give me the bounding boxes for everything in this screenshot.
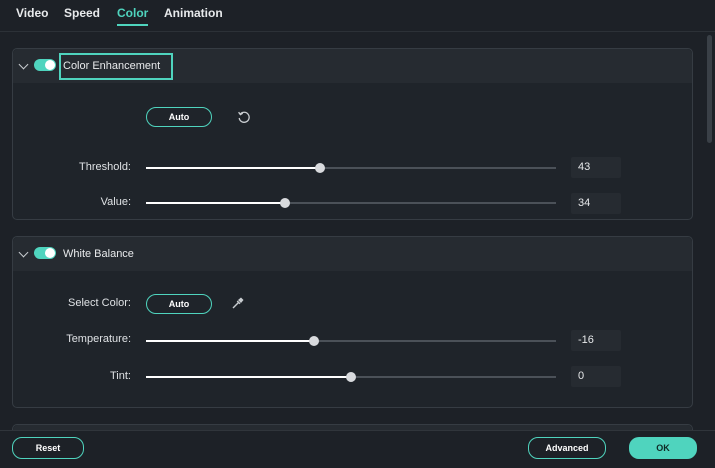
- white-balance-toggle[interactable]: [34, 247, 56, 259]
- value-slider-fill: [146, 202, 286, 204]
- chevron-down-icon[interactable]: [18, 247, 29, 258]
- reset-button[interactable]: Reset: [12, 437, 84, 459]
- white-balance-title: White Balance: [63, 248, 134, 260]
- tab-animation[interactable]: Animation: [164, 6, 223, 24]
- rotate-ccw-icon[interactable]: [237, 110, 251, 129]
- threshold-slider[interactable]: [146, 163, 556, 173]
- temperature-slider-fill: [146, 340, 315, 342]
- tint-slider-handle[interactable]: [346, 372, 356, 382]
- threshold-slider-handle[interactable]: [315, 163, 326, 173]
- value-slider-handle[interactable]: [280, 198, 291, 208]
- eyedropper-icon[interactable]: [231, 296, 245, 315]
- tint-value-field[interactable]: 0: [571, 366, 621, 387]
- tab-video[interactable]: Video: [16, 6, 48, 24]
- white-balance-header[interactable]: White Balance: [13, 237, 692, 271]
- properties-scroll-area[interactable]: Color Enhancement Auto Threshold: 43 Val…: [0, 33, 715, 430]
- temperature-value-field[interactable]: -16: [571, 330, 621, 351]
- color-enhancement-panel: Color Enhancement Auto Threshold: 43 Val…: [12, 48, 693, 220]
- color-enhancement-title: Color Enhancement: [63, 60, 161, 72]
- tint-label: Tint:: [110, 370, 131, 382]
- chevron-down-icon[interactable]: [18, 59, 29, 70]
- white-balance-auto-button[interactable]: Auto: [146, 294, 212, 314]
- tint-slider[interactable]: [146, 372, 556, 382]
- threshold-value-field[interactable]: 43: [571, 157, 621, 178]
- tint-slider-fill: [146, 376, 351, 378]
- tab-speed[interactable]: Speed: [64, 6, 100, 24]
- value-label: Value:: [100, 196, 131, 208]
- value-slider[interactable]: [146, 198, 556, 208]
- threshold-label: Threshold:: [79, 161, 131, 173]
- value-value-field[interactable]: 34: [571, 193, 621, 214]
- white-balance-panel: White Balance Select Color: Auto Tempera…: [12, 236, 693, 408]
- select-color-label: Select Color:: [68, 297, 131, 309]
- footer-bar: Reset Advanced OK: [0, 430, 715, 468]
- temperature-slider-handle[interactable]: [309, 336, 320, 346]
- vertical-scrollbar[interactable]: [707, 35, 712, 143]
- color-enhancement-header[interactable]: Color Enhancement: [13, 49, 692, 83]
- threshold-slider-fill: [146, 167, 321, 169]
- temperature-slider[interactable]: [146, 336, 556, 346]
- color-enhancement-auto-button[interactable]: Auto: [146, 107, 212, 127]
- tab-bar: Video Speed Color Animation: [0, 0, 715, 32]
- temperature-label: Temperature:: [66, 333, 131, 345]
- color-enhancement-toggle[interactable]: [34, 59, 56, 71]
- advanced-button[interactable]: Advanced: [528, 437, 606, 459]
- ok-button[interactable]: OK: [629, 437, 697, 459]
- tab-color[interactable]: Color: [117, 6, 149, 26]
